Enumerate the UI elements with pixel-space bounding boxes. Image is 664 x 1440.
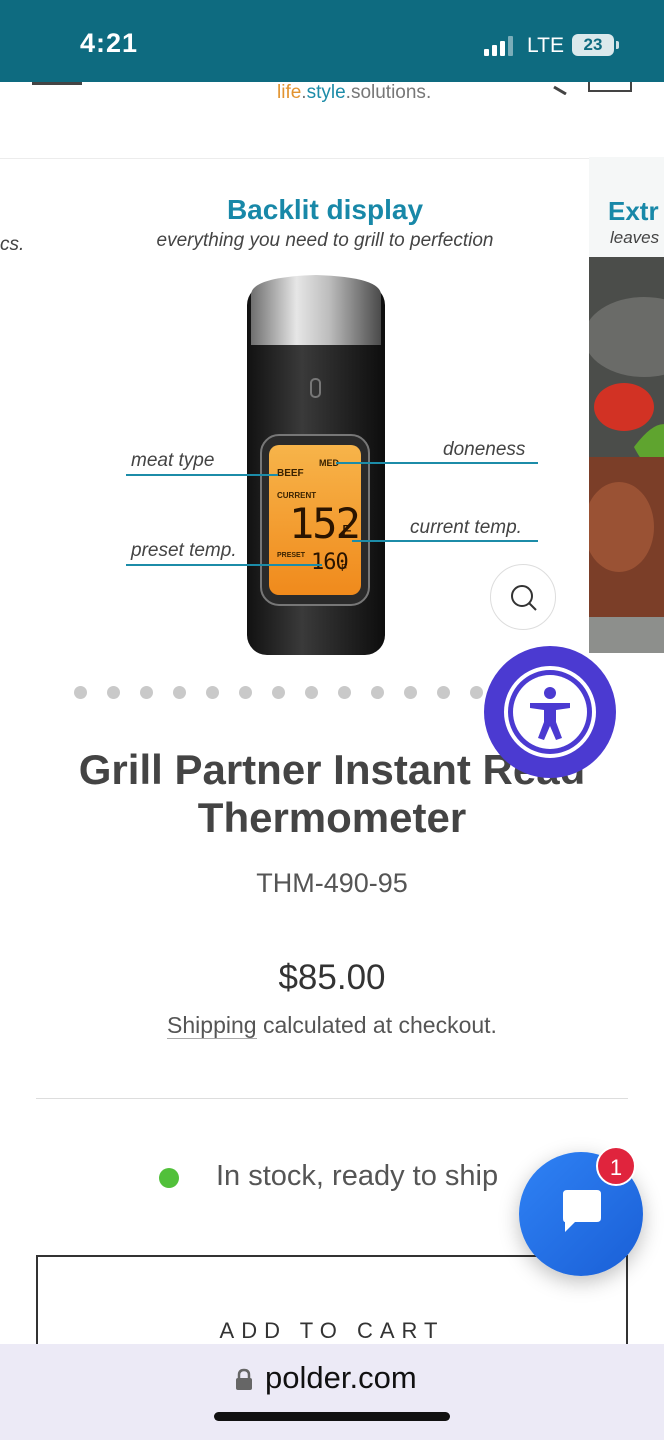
carousel-dot[interactable] (437, 686, 450, 699)
accessibility-button[interactable] (484, 646, 616, 778)
tagline-word-solutions: solutions (350, 82, 426, 103)
next-slide-title: Extr (608, 196, 659, 226)
lcd-preset-unit: F (341, 563, 348, 574)
slide-heading: Backlit display (226, 194, 424, 225)
callout-line-preset-temp (126, 564, 322, 566)
chat-notification-badge: 1 (596, 1146, 636, 1186)
carousel-dot[interactable] (107, 686, 120, 699)
tagline-word-life: life (277, 82, 302, 103)
carousel-dot[interactable] (305, 686, 318, 699)
brand-tagline[interactable]: life.style.solutions. (277, 82, 431, 104)
stock-status-icon (159, 1168, 179, 1188)
carousel-dot[interactable] (140, 686, 153, 699)
callout-meat-type: meat type (131, 450, 215, 471)
carousel-dot[interactable] (173, 686, 186, 699)
tagline-dot: . (425, 82, 432, 103)
home-indicator[interactable] (214, 1412, 450, 1421)
prev-slide-text: cs. (0, 234, 25, 255)
shipping-note: Shipping calculated at checkout. (0, 1012, 664, 1039)
search-icon[interactable] (536, 82, 572, 96)
network-label: LTE (527, 34, 564, 57)
carousel-dot[interactable] (74, 686, 87, 699)
carousel-dot[interactable] (470, 686, 483, 699)
shipping-link[interactable]: Shipping (167, 1012, 257, 1039)
carousel-dot[interactable] (404, 686, 417, 699)
carousel-dot[interactable] (272, 686, 285, 699)
lcd-preset-label: PRESET (277, 552, 306, 559)
next-slide-subtitle: leaves (610, 228, 660, 247)
callout-current-temp: current temp. (410, 517, 522, 538)
tagline-word-style: style (306, 82, 346, 103)
callout-doneness: doneness (443, 439, 526, 460)
signal-icon (484, 36, 518, 56)
carousel-dot[interactable] (371, 686, 384, 699)
hamburger-icon[interactable] (32, 82, 82, 85)
accessibility-icon (504, 666, 596, 758)
callout-line-meat-type (126, 474, 278, 476)
battery-tip (616, 41, 619, 49)
cart-icon[interactable] (588, 82, 632, 92)
product-sku: THM-490-95 (256, 868, 408, 898)
lcd-current-unit: F (342, 523, 352, 540)
carousel-dot[interactable] (206, 686, 219, 699)
status-time: 4:21 (80, 28, 139, 58)
callout-line-current-temp (352, 540, 538, 542)
magnifier-icon (511, 585, 537, 611)
lock-icon (236, 1368, 252, 1390)
url-text[interactable]: polder.com (265, 1360, 417, 1396)
thermometer-image[interactable] (247, 275, 385, 655)
slide-subheading: everything you need to grill to perfecti… (156, 230, 494, 251)
battery-icon: 23 (572, 34, 614, 56)
callout-line-doneness (336, 462, 538, 464)
callout-preset-temp: preset temp. (131, 540, 237, 561)
divider (36, 1098, 628, 1099)
carousel-dot[interactable] (338, 686, 351, 699)
zoom-button[interactable] (490, 564, 556, 630)
stock-status: In stock, ready to ship (216, 1160, 499, 1192)
lcd-meat-label: BEEF (277, 468, 304, 479)
shipping-note-text: calculated at checkout. (256, 1012, 497, 1038)
carousel-dot[interactable] (239, 686, 252, 699)
product-price: $85.00 (278, 958, 386, 997)
